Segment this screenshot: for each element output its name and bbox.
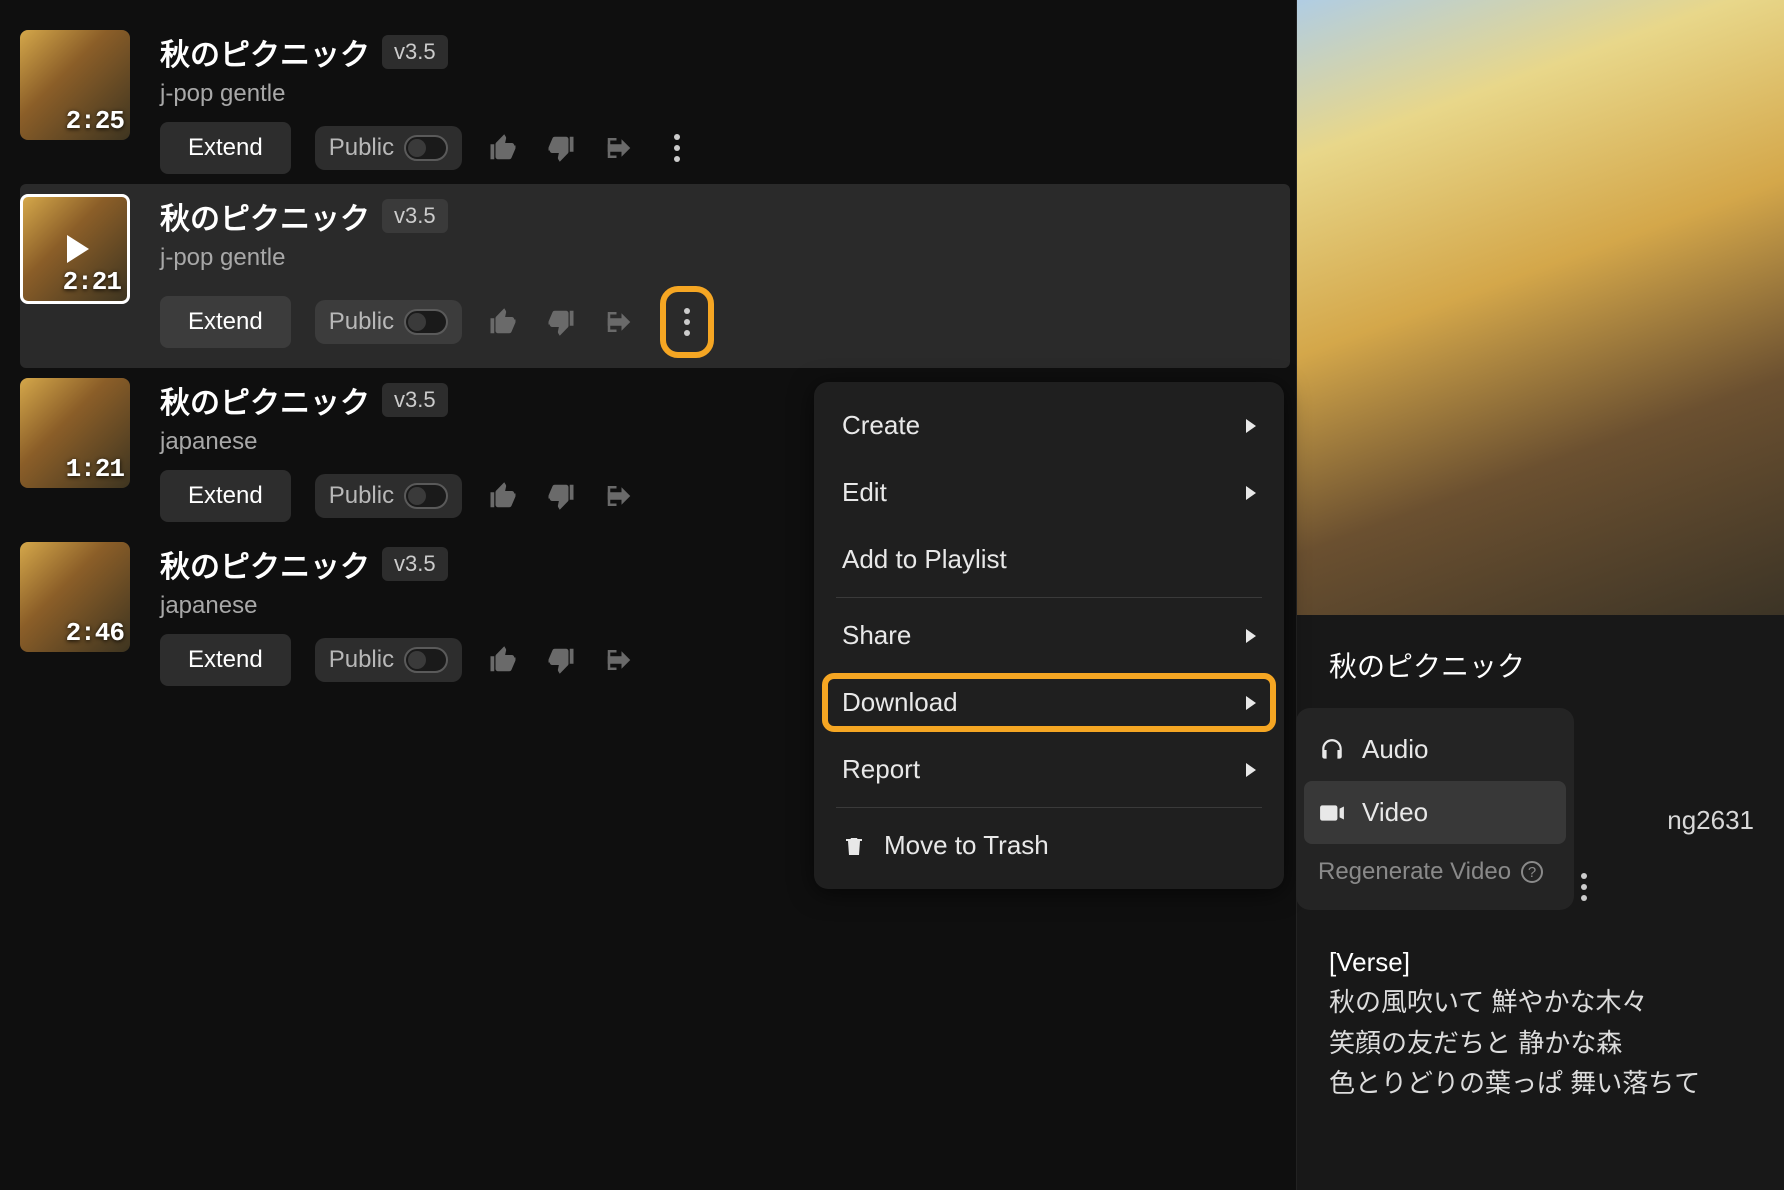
detail-cover-image [1297, 0, 1784, 615]
song-item-selected[interactable]: 2:21 秋のピクニック v3.5 j-pop gentle Extend Pu… [20, 184, 1290, 368]
download-submenu: Audio Video Regenerate Video ? [1296, 708, 1574, 910]
extend-button[interactable]: Extend [160, 634, 291, 686]
public-toggle[interactable]: Public [315, 300, 462, 344]
menu-report[interactable]: Report [814, 736, 1284, 803]
video-icon [1318, 799, 1346, 827]
menu-create[interactable]: Create [814, 392, 1284, 459]
chevron-right-icon [1246, 696, 1256, 710]
thumbs-down-icon[interactable] [544, 643, 578, 677]
version-badge: v3.5 [382, 35, 448, 69]
thumbs-up-icon[interactable] [486, 305, 520, 339]
song-title: 秋のピクニック [160, 542, 370, 586]
song-title: 秋のピクニック [160, 30, 370, 74]
detail-panel: 秋のピクニック ng2631 [Verse] 秋の風吹いて 鮮やかな木々 笑顔の… [1296, 0, 1784, 1190]
thumbs-down-icon[interactable] [544, 479, 578, 513]
song-tags: j-pop gentle [160, 80, 694, 108]
song-thumbnail[interactable]: 2:25 [20, 30, 130, 140]
thumbs-up-icon[interactable] [486, 131, 520, 165]
song-title: 秋のピクニック [160, 194, 370, 238]
help-icon: ? [1521, 861, 1543, 883]
duration-label: 2:21 [63, 267, 121, 297]
menu-separator [836, 597, 1262, 598]
thumbs-down-icon[interactable] [544, 305, 578, 339]
lyrics-line: 秋の風吹いて 鮮やかな木々 [1329, 982, 1784, 1022]
menu-trash[interactable]: Move to Trash [814, 812, 1284, 879]
duration-label: 2:46 [66, 618, 124, 648]
menu-edit[interactable]: Edit [814, 459, 1284, 526]
menu-add-playlist[interactable]: Add to Playlist [814, 526, 1284, 593]
chevron-right-icon [1246, 419, 1256, 433]
public-toggle[interactable]: Public [315, 126, 462, 170]
submenu-video-hovered[interactable]: Video [1304, 781, 1566, 844]
public-toggle[interactable]: Public [315, 474, 462, 518]
more-button-highlighted[interactable] [660, 286, 714, 358]
version-badge: v3.5 [382, 199, 448, 233]
lyrics-section-header: [Verse] [1329, 942, 1784, 982]
extend-button[interactable]: Extend [160, 470, 291, 522]
toggle-switch-icon[interactable] [404, 483, 448, 509]
song-title: 秋のピクニック [160, 378, 370, 422]
headphones-icon [1318, 736, 1346, 764]
thumbs-up-icon[interactable] [486, 479, 520, 513]
song-thumbnail[interactable]: 1:21 [20, 378, 130, 488]
song-tags: japanese [160, 428, 636, 456]
lyrics-line: 色とりどりの葉っぱ 舞い落ちて [1329, 1063, 1784, 1103]
version-badge: v3.5 [382, 547, 448, 581]
detail-title: 秋のピクニック [1329, 645, 1784, 685]
trash-icon [842, 832, 866, 860]
menu-download-highlighted[interactable]: Download [814, 669, 1284, 736]
context-menu: Create Edit Add to Playlist Share Downlo… [814, 382, 1284, 889]
share-icon[interactable] [602, 479, 636, 513]
share-icon[interactable] [602, 643, 636, 677]
chevron-right-icon [1246, 629, 1256, 643]
duration-label: 1:21 [66, 454, 124, 484]
extend-button[interactable]: Extend [160, 296, 291, 348]
song-item[interactable]: 2:25 秋のピクニック v3.5 j-pop gentle Extend Pu… [20, 20, 1290, 184]
song-tags: japanese [160, 592, 636, 620]
menu-share[interactable]: Share [814, 602, 1284, 669]
share-icon[interactable] [602, 131, 636, 165]
song-tags: j-pop gentle [160, 244, 714, 272]
song-thumbnail[interactable]: 2:46 [20, 542, 130, 652]
more-icon[interactable] [660, 131, 694, 165]
menu-separator [836, 807, 1262, 808]
toggle-switch-icon[interactable] [404, 135, 448, 161]
lyrics-line: 笑顔の友だちと 静かな森 [1329, 1023, 1784, 1063]
toggle-switch-icon[interactable] [404, 309, 448, 335]
chevron-right-icon [1246, 763, 1256, 777]
duration-label: 2:25 [66, 106, 124, 136]
submenu-audio[interactable]: Audio [1296, 718, 1574, 781]
thumbs-up-icon[interactable] [486, 643, 520, 677]
chevron-right-icon [1246, 486, 1256, 500]
public-toggle[interactable]: Public [315, 638, 462, 682]
lyrics-block: [Verse] 秋の風吹いて 鮮やかな木々 笑顔の友だちと 静かな森 色とりどり… [1329, 942, 1784, 1103]
thumbs-down-icon[interactable] [544, 131, 578, 165]
extend-button[interactable]: Extend [160, 122, 291, 174]
share-icon[interactable] [602, 305, 636, 339]
submenu-regenerate[interactable]: Regenerate Video ? [1296, 844, 1574, 900]
song-thumbnail[interactable]: 2:21 [20, 194, 130, 304]
toggle-switch-icon[interactable] [404, 647, 448, 673]
version-badge: v3.5 [382, 383, 448, 417]
